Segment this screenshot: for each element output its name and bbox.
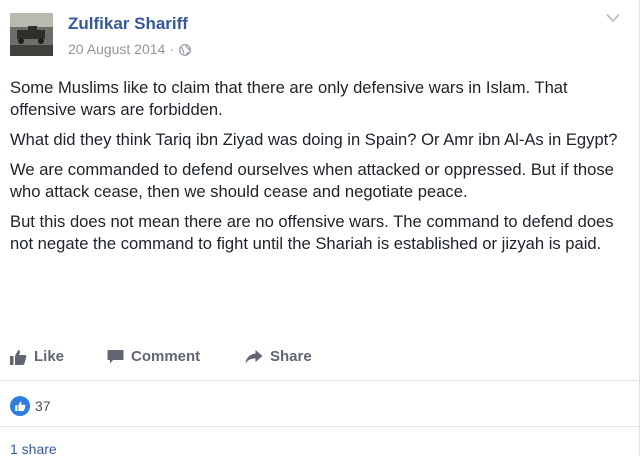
divider [0, 426, 640, 427]
share-button[interactable]: Share [245, 348, 312, 365]
chevron-down-icon[interactable] [606, 13, 620, 23]
post-paragraph: We are commanded to defend ourselves whe… [10, 160, 614, 201]
divider [0, 380, 640, 381]
reaction-summary[interactable]: 37 [10, 396, 51, 416]
comment-bubble-icon [107, 349, 124, 363]
author-name[interactable]: Zulfikar Shariff [68, 14, 188, 34]
like-count: 37 [35, 398, 51, 414]
like-label: Like [34, 348, 65, 365]
post-meta: 20 August 2014 · [68, 41, 191, 57]
post-date[interactable]: 20 August 2014 [68, 41, 165, 57]
post-card: Zulfikar Shariff 20 August 2014 · Some M… [0, 0, 640, 456]
comment-button[interactable]: Comment [107, 348, 200, 365]
share-label: Share [270, 348, 312, 365]
share-arrow-icon [245, 349, 263, 363]
avatar[interactable] [10, 13, 53, 56]
post-body: Some Muslims like to claim that there ar… [10, 77, 620, 255]
action-bar: Like Comment Share [0, 348, 640, 374]
post-paragraph: What did they think Tariq ibn Ziyad was … [10, 130, 618, 149]
post-paragraph: But this does not mean there are no offe… [10, 212, 614, 253]
meta-separator: · [169, 41, 174, 57]
post-paragraph: Some Muslims like to claim that there ar… [10, 78, 568, 119]
globe-icon [179, 43, 191, 56]
comment-label: Comment [131, 348, 201, 365]
like-reaction-icon [10, 396, 30, 416]
like-button[interactable]: Like [10, 348, 64, 365]
share-count-link[interactable]: 1 share [10, 441, 57, 456]
thumbs-up-icon [10, 349, 27, 365]
